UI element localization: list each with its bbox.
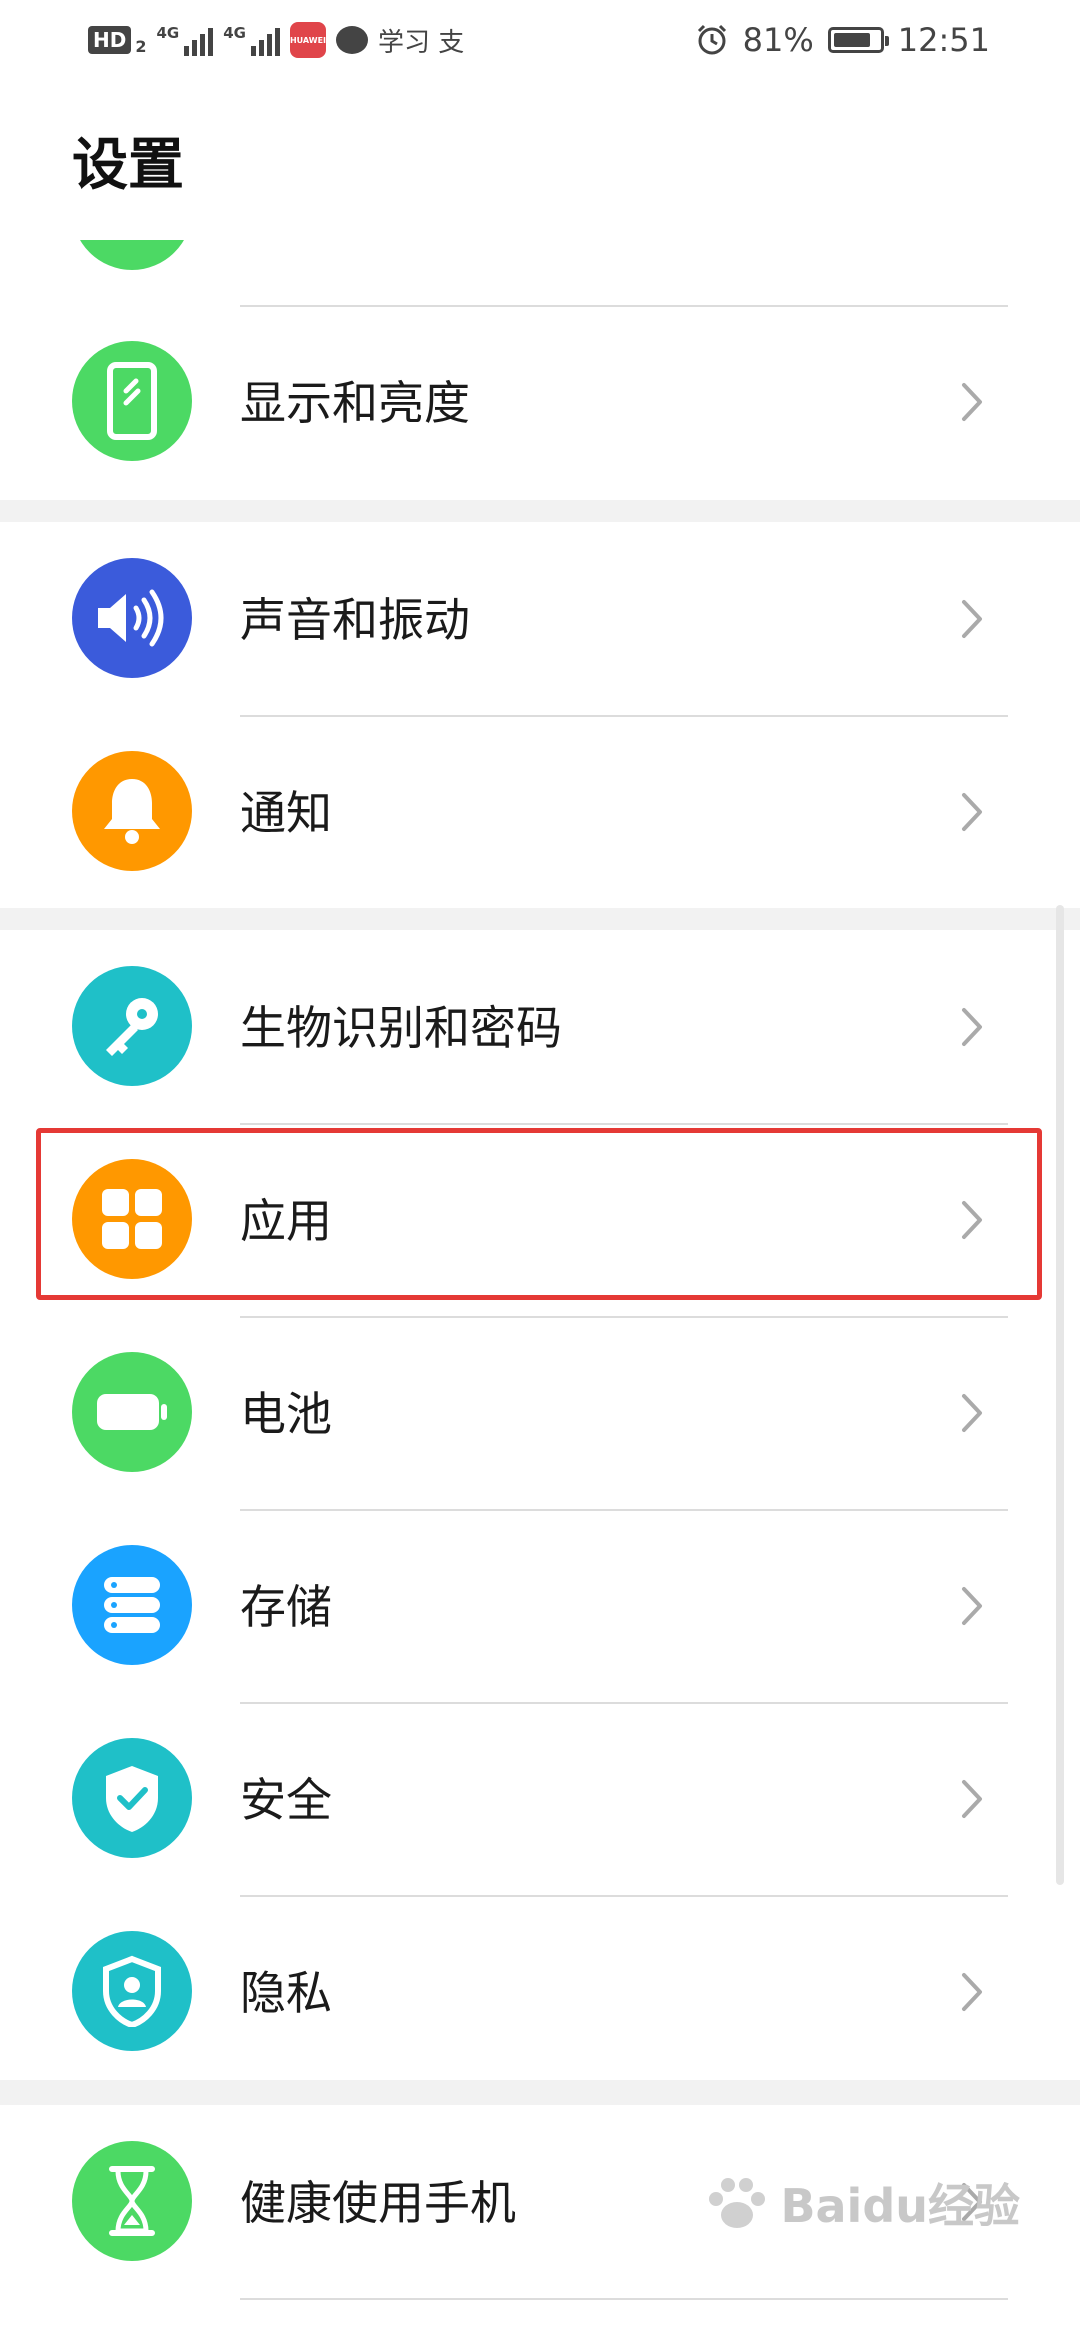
settings-item-label: 电池 <box>240 1387 332 1441</box>
battery-percent: 81% <box>742 21 814 59</box>
settings-item-privacy[interactable]: 隐私 <box>0 1895 1080 2088</box>
divider <box>240 2298 1008 2300</box>
settings-item-label: 显示和亮度 <box>240 376 470 430</box>
key-icon <box>72 966 192 1086</box>
speaker-icon <box>72 558 192 678</box>
settings-item-partial[interactable] <box>0 2298 1080 2340</box>
shield-check-icon <box>72 1738 192 1858</box>
battery-fill <box>833 33 870 47</box>
status-bar: HD 2 4G 4G HUAWEI 学习 支 81% 12:51 <box>0 0 1080 80</box>
settings-item-label: 生物识别和密码 <box>240 1001 562 1055</box>
huawei-app-icon: HUAWEI <box>290 22 326 58</box>
settings-item-sound[interactable]: 声音和振动 <box>0 522 1080 715</box>
divider <box>240 1895 1008 1897</box>
chevron-right-icon <box>962 1973 982 2011</box>
status-bar-right: 81% 12:51 <box>695 18 990 62</box>
status-bar-left: HD 2 4G 4G HUAWEI 学习 支 <box>88 18 464 62</box>
settings-item-biometrics[interactable]: 生物识别和密码 <box>0 930 1080 1123</box>
divider <box>240 1123 1008 1125</box>
chevron-right-icon <box>962 1394 982 1432</box>
huawei-app-label: HUAWEI <box>289 35 327 45</box>
settings-item-battery[interactable]: 电池 <box>0 1316 1080 1509</box>
baidu-watermark: Baidu经验 <box>702 2170 1020 2236</box>
hd-indicator: HD <box>88 26 132 54</box>
divider <box>240 1509 1008 1511</box>
signal-icon-sim1: 4G <box>156 24 214 56</box>
settings-item-label: 通知 <box>240 786 332 840</box>
battery-status-icon <box>827 27 889 53</box>
display-phone-icon <box>72 341 192 461</box>
alarm-icon <box>697 24 726 55</box>
highlight-box <box>36 1128 1042 1300</box>
settings-item-label: 健康使用手机 <box>240 2176 516 2230</box>
divider <box>240 715 1008 717</box>
chevron-right-icon <box>962 383 982 421</box>
chevron-right-icon <box>962 600 982 638</box>
bell-icon <box>72 751 192 871</box>
hd-sim-indicator: 2 <box>135 36 147 56</box>
settings-item-label: 存储 <box>240 1580 332 1634</box>
network-type-label: 4G <box>156 24 180 42</box>
settings-group-main: 生物识别和密码 应用 电池 存储 安全 隐私 <box>0 930 1080 2080</box>
clock-time: 12:51 <box>897 21 990 59</box>
chevron-right-icon <box>962 1780 982 1818</box>
settings-item-storage[interactable]: 存储 <box>0 1509 1080 1702</box>
privacy-shield-icon <box>72 1931 192 2051</box>
settings-group-sound-notify: 声音和振动 通知 <box>0 522 1080 908</box>
watermark-text: Baidu经验 <box>780 2179 1020 2233</box>
settings-item-notifications[interactable]: 通知 <box>0 715 1080 908</box>
message-bubble-icon <box>335 26 368 54</box>
hourglass-icon <box>72 2141 192 2261</box>
signal-icon-sim2: 4G <box>223 24 280 56</box>
settings-item-security[interactable]: 安全 <box>0 1702 1080 1895</box>
scrollbar[interactable] <box>1056 905 1064 1885</box>
paw-logo-icon <box>709 2178 766 2228</box>
page-title: 设置 <box>72 133 184 198</box>
network-type-label: 4G <box>223 24 246 42</box>
settings-group-display: 显示和亮度 <box>0 305 1080 498</box>
divider <box>240 1316 1008 1318</box>
divider <box>240 305 1008 307</box>
settings-item-label: 隐私 <box>240 1966 332 2020</box>
chevron-right-icon <box>962 1008 982 1046</box>
chevron-right-icon <box>962 793 982 831</box>
settings-item-display[interactable]: 显示和亮度 <box>0 305 1080 498</box>
storage-icon <box>72 1545 192 1665</box>
settings-item-label: 声音和振动 <box>240 593 470 647</box>
battery-icon <box>72 1352 192 1472</box>
chevron-right-icon <box>962 1587 982 1625</box>
settings-item-label: 安全 <box>240 1773 332 1827</box>
divider <box>240 1702 1008 1704</box>
notification-app-icons: 学习 支 <box>377 27 465 58</box>
